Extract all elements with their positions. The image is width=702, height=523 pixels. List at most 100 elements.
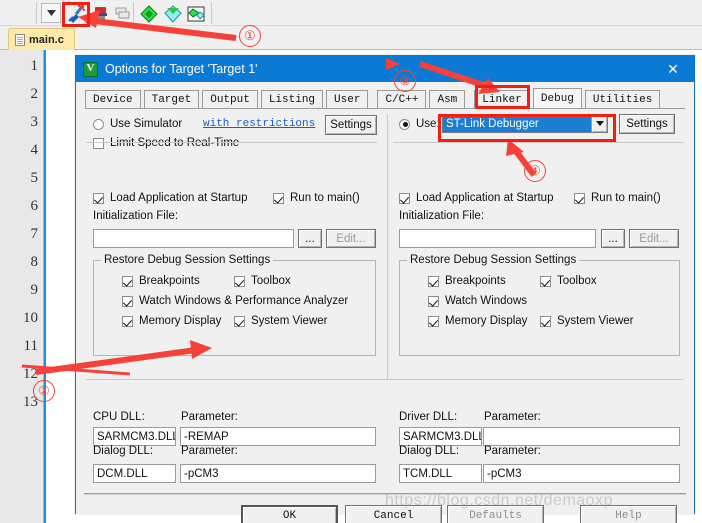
dialog-title-bar[interactable]: Options for Target 'Target 1' ✕ [76,56,694,82]
use-debugger-radio[interactable]: Use: [399,118,440,130]
right-watch-windows-checkbox[interactable]: Watch Windows [428,295,527,307]
ide-toolbar [0,0,702,26]
toolbar-chevron-down-icon[interactable] [41,3,61,23]
right-toolbox-checkbox[interactable]: Toolbox [540,275,597,287]
right-system-viewer-label: System Viewer [557,315,634,327]
right-dialog-dll-label: Dialog DLL: [399,445,460,457]
radio-indicator [93,118,104,130]
tab-listing[interactable]: Listing [260,90,324,109]
checkbox-indicator [122,275,133,287]
disable-breakpoint-icon[interactable] [112,3,133,24]
tab-c-cpp[interactable]: C/C++ [377,90,427,109]
tab-label: Debug [540,92,574,105]
left-toolbox-checkbox[interactable]: Toolbox [234,275,291,287]
right-run-to-main-label: Run to main() [591,192,661,204]
left-load-app-checkbox[interactable]: Load Application at Startup [93,192,247,204]
right-breakpoints-checkbox[interactable]: Breakpoints [428,275,506,287]
with-restrictions-link[interactable]: with restrictions [203,118,315,130]
right-load-app-label: Load Application at Startup [416,192,554,204]
left-browse-button[interactable]: ... [298,229,322,248]
checkbox-indicator [273,192,284,204]
line-number: 4 [30,142,39,158]
checkbox-indicator [540,315,551,327]
left-edit-button[interactable]: Edit... [326,229,376,248]
close-icon[interactable]: ✕ [652,56,694,82]
file-tab-main-c[interactable]: main.c [8,28,75,50]
toolbar-separator [36,2,37,24]
cpu-dll-input[interactable]: SARMCM3.DLL [93,427,176,446]
green-diamond-icon[interactable] [138,3,159,24]
multi-diamond-icon[interactable] [186,3,207,24]
checkbox-indicator [574,192,585,204]
line-number: 6 [30,198,39,214]
checkbox-indicator [428,275,439,287]
cpu-param-input[interactable]: -REMAP [180,427,376,446]
left-dialog-dll-label: Dialog DLL: [93,445,154,457]
right-edit-button[interactable]: Edit... [629,229,679,248]
cpu-dll-label: CPU DLL: [93,411,145,423]
highlight-box-debug-toolbar-button [62,2,90,27]
right-memory-display-checkbox[interactable]: Memory Display [428,315,527,327]
left-memory-display-label: Memory Display [139,315,222,327]
cyan-diamond-icon[interactable] [162,3,183,24]
left-dialog-param-input[interactable]: -pCM3 [180,464,376,483]
simulator-settings-button[interactable]: Settings [325,115,377,135]
line-number: 12 [23,366,38,382]
left-init-file-label: Initialization File: [93,210,179,222]
tab-target[interactable]: Target [143,90,200,109]
cpu-param-label: Parameter: [181,411,238,423]
limit-speed-checkbox[interactable]: Limit Speed to Real-Time [93,137,239,149]
checkbox-indicator [399,192,410,204]
tab-user[interactable]: User [326,90,369,109]
right-restore-session-group: Restore Debug Session Settings Breakpoin… [399,254,680,356]
file-tab-label: main.c [29,33,64,46]
checkbox-indicator [234,315,245,327]
annotation-marker-2: ② [33,380,55,402]
annotation-marker-4: ④ [524,160,546,182]
driver-dll-input[interactable]: SARMCM3.DLL [399,427,482,446]
right-dialog-dll-input[interactable]: TCM.DLL [399,464,482,483]
right-dialog-param-input[interactable]: -pCM3 [483,464,680,483]
tab-device[interactable]: Device [85,90,141,109]
ok-button[interactable]: OK [241,505,338,523]
checkbox-indicator [122,315,133,327]
right-load-app-checkbox[interactable]: Load Application at Startup [399,192,553,204]
tabstrip-underline [85,108,685,109]
left-load-app-label: Load Application at Startup [110,192,248,204]
right-browse-button[interactable]: ... [601,229,625,248]
debugger-settings-button[interactable]: Settings [619,114,675,134]
tab-debug[interactable]: Debug [532,88,582,109]
left-dialog-dll-input[interactable]: DCM.DLL [93,464,176,483]
use-simulator-radio[interactable]: Use Simulator [93,118,182,130]
left-watch-windows-checkbox[interactable]: Watch Windows & Performance Analyzer [122,295,348,307]
insert-remove-breakpoint-icon[interactable] [90,3,111,24]
dll-section-divider [86,379,684,380]
left-init-file-input[interactable] [93,229,294,248]
right-run-to-main-checkbox[interactable]: Run to main() [574,192,661,204]
driver-dll-label: Driver DLL: [399,411,458,423]
checkbox-indicator [428,295,439,307]
left-run-to-main-label: Run to main() [290,192,360,204]
tab-asm[interactable]: Asm [429,90,466,109]
limit-speed-label: Limit Speed to Real-Time [110,137,240,149]
left-system-viewer-checkbox[interactable]: System Viewer [234,315,327,327]
left-toolbox-label: Toolbox [251,275,291,287]
driver-param-input[interactable] [483,427,680,446]
left-breakpoints-checkbox[interactable]: Breakpoints [122,275,200,287]
highlight-box-debug-tab [475,85,530,109]
left-run-to-main-checkbox[interactable]: Run to main() [273,192,360,204]
toolbar-separator-3 [211,2,212,24]
left-dialog-param-label: Parameter: [181,445,238,457]
tab-utilities[interactable]: Utilities [584,90,661,109]
checkbox-indicator [234,275,245,287]
right-system-viewer-checkbox[interactable]: System Viewer [540,315,633,327]
right-init-file-input[interactable] [399,229,596,248]
tab-label: Device [93,93,133,106]
ide-file-tabstrip: main.c [0,26,702,50]
checkbox-indicator [93,192,104,204]
line-number: 3 [30,114,39,130]
dialog-tabstrip: Device Target Output Listing User C/C++ … [85,88,690,109]
right-memory-display-label: Memory Display [445,315,528,327]
tab-output[interactable]: Output [202,90,258,109]
left-memory-display-checkbox[interactable]: Memory Display [122,315,221,327]
